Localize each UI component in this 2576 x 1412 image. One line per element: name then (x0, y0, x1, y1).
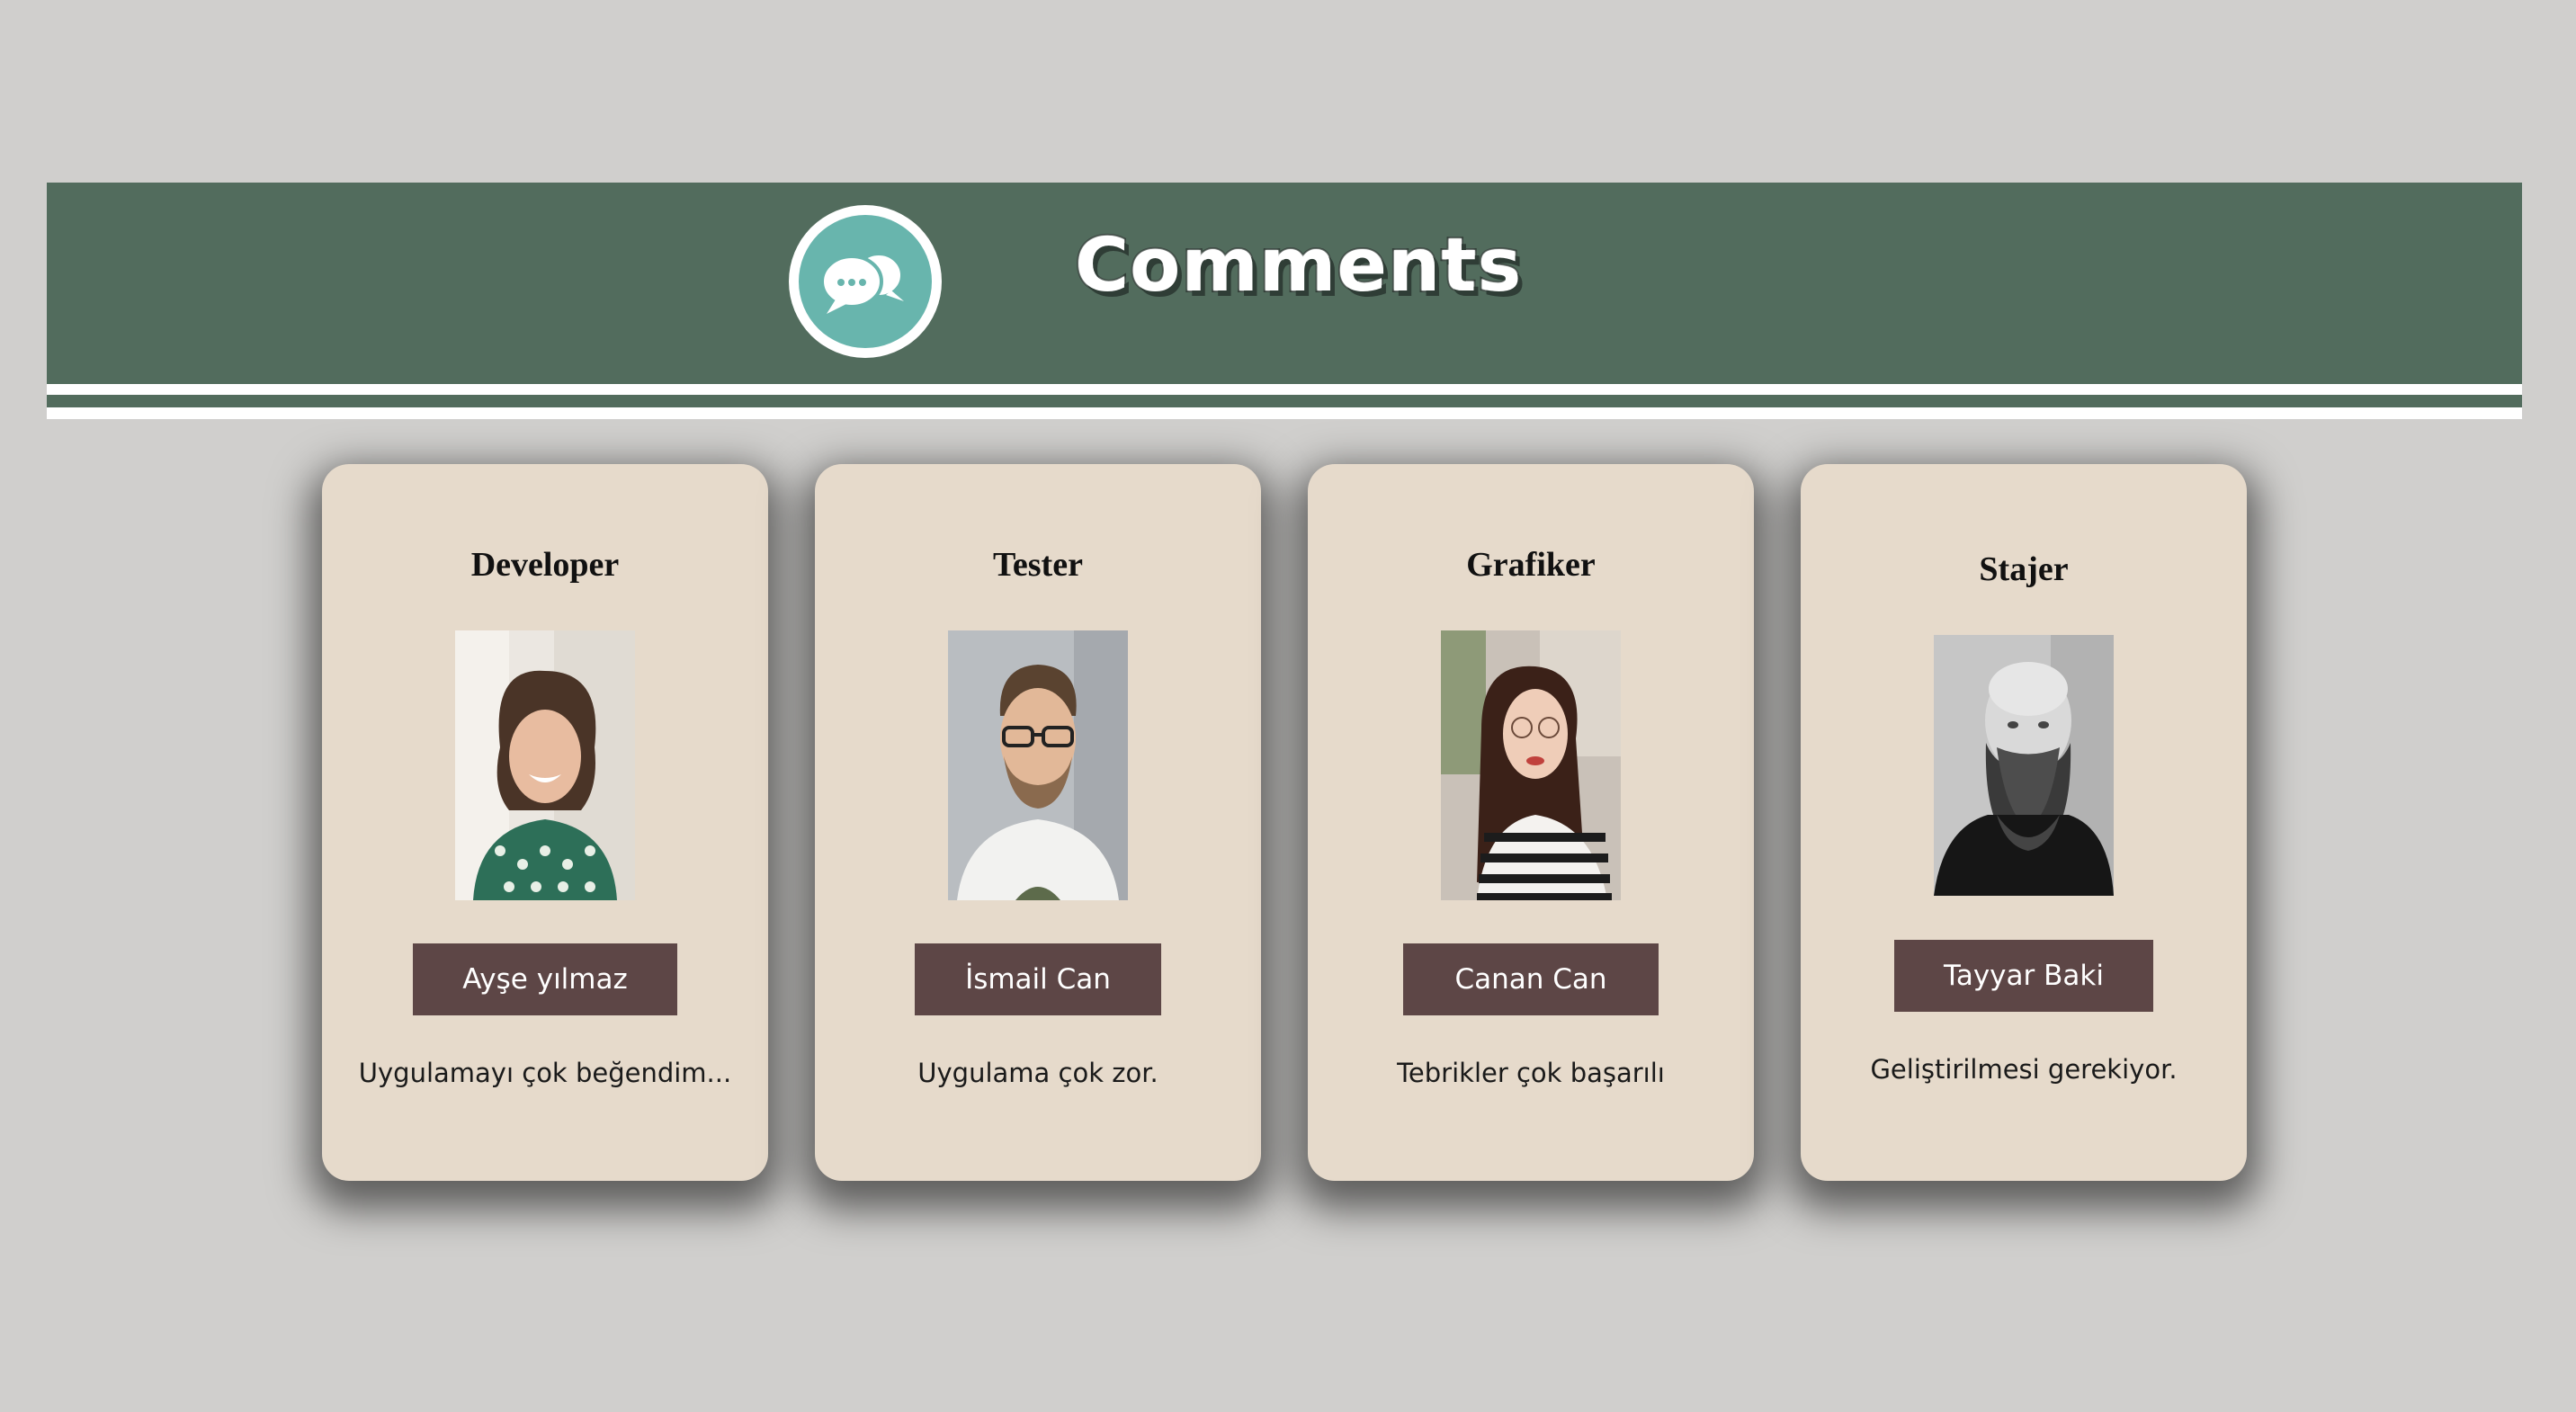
avatar-photo (455, 630, 635, 900)
comment-text: Uygulama çok zor. (917, 1058, 1158, 1088)
author-name-button[interactable]: Canan Can (1403, 943, 1659, 1015)
author-name-button[interactable]: İsmail Can (915, 943, 1161, 1015)
comment-card: Developer Ayşe yılmaz Uygulamayı çok beğ… (322, 464, 768, 1181)
comment-card: Stajer Tayyar Baki Geliştirilmesi gereki… (1801, 464, 2247, 1181)
author-name-button[interactable]: Ayşe yılmaz (413, 943, 677, 1015)
card-role: Developer (470, 546, 620, 584)
author-name-button[interactable]: Tayyar Baki (1894, 940, 2153, 1012)
avatar-photo (1934, 635, 2114, 905)
comment-text: Geliştirilmesi gerekiyor. (1870, 1054, 2178, 1085)
comment-card: Tester İsmail Can Uygulama çok zor. (815, 464, 1261, 1181)
avatar-photo (1441, 630, 1621, 900)
comment-cards: Developer Ayşe yılmaz Uygulamayı çok beğ… (0, 0, 2576, 1412)
comment-card: Grafiker Canan Can Tebrikler çok başarıl… (1308, 464, 1754, 1181)
avatar-photo (948, 630, 1128, 900)
comment-text: Tebrikler çok başarılı (1397, 1058, 1665, 1088)
card-role: Tester (993, 546, 1083, 584)
comment-text: Uygulamayı çok beğendim... (358, 1058, 732, 1088)
card-role: Grafiker (1466, 546, 1596, 584)
card-role: Stajer (1979, 550, 2069, 588)
